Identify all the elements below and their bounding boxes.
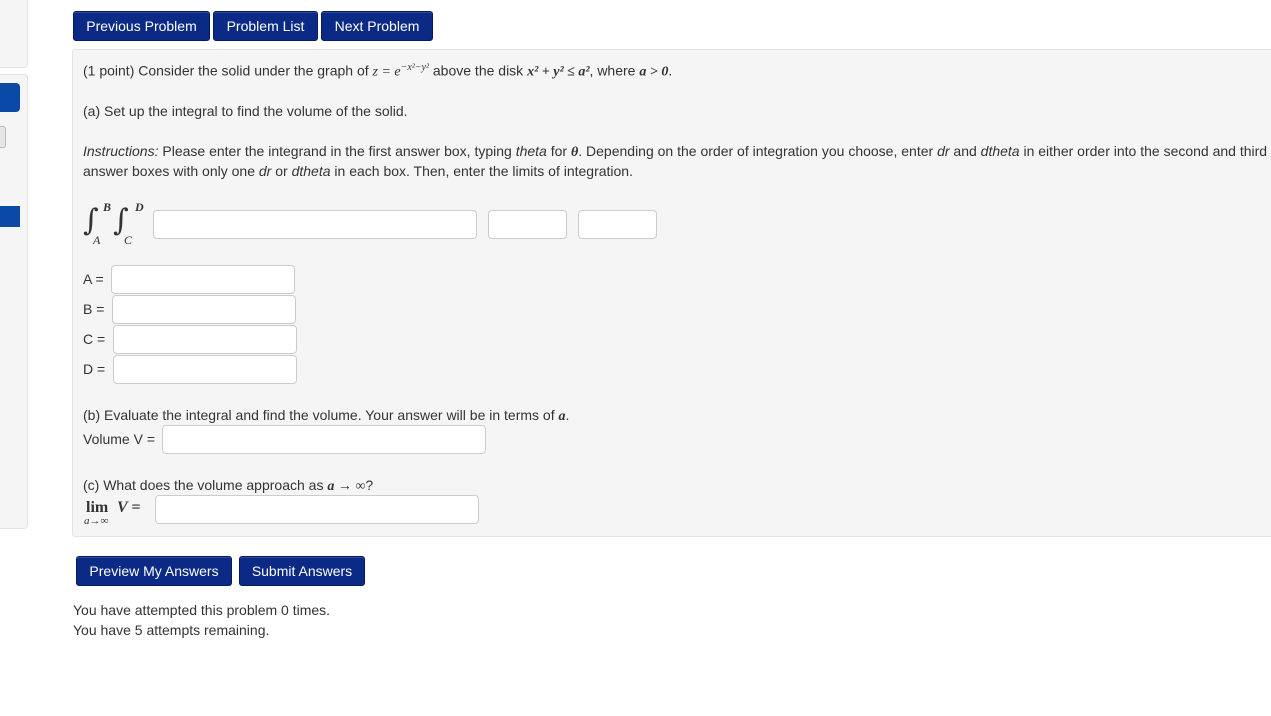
limit-c-input[interactable]	[113, 325, 297, 354]
problem-statement: (1 point) Consider the solid under the g…	[83, 62, 673, 80]
limit-a-label: A =	[83, 271, 104, 287]
part-b-text: (b) Evaluate the integral and find the v…	[83, 407, 570, 424]
integral-lower-inner: C	[124, 233, 133, 247]
limit-c-label: C =	[83, 331, 106, 347]
limit-d-label: D =	[83, 361, 106, 377]
instructions-line-1: Instructions: Please enter the integrand…	[83, 143, 1268, 160]
limit-b-label: B =	[83, 301, 105, 317]
part-c-text: (c) What does the volume approach as a →…	[83, 477, 374, 494]
problem-list-button[interactable]: Problem List	[213, 11, 318, 41]
volume-label: Volume V =	[83, 431, 155, 447]
attempts-text: You have attempted this problem 0 times.	[73, 602, 331, 618]
sidebar-toggle[interactable]	[0, 126, 6, 148]
integral-upper-outer: B	[103, 200, 112, 214]
integral-sign-outer: ∫	[83, 203, 99, 238]
previous-problem-button[interactable]: Previous Problem	[73, 11, 210, 41]
preview-answers-button[interactable]: Preview My Answers	[76, 556, 232, 586]
integral-upper-inner: D	[135, 200, 144, 214]
limit-volume-input[interactable]	[155, 495, 479, 524]
limit-a-input[interactable]	[111, 265, 295, 294]
integrand-input[interactable]	[153, 210, 477, 239]
remaining-attempts-text: You have 5 attempts remaining.	[73, 622, 270, 638]
sidebar-button[interactable]	[0, 83, 20, 112]
integral-lower-outer: A	[93, 233, 101, 247]
sidebar-panel-top	[0, 0, 28, 68]
volume-input[interactable]	[162, 425, 486, 454]
limit-subscript: a→∞	[84, 515, 109, 527]
instructions-line-2: answer boxes with only one dr or dtheta …	[83, 163, 633, 179]
next-problem-button[interactable]: Next Problem	[321, 11, 433, 41]
limit-b-input[interactable]	[112, 295, 296, 324]
sidebar-active-item[interactable]	[0, 206, 20, 227]
submit-answers-button[interactable]: Submit Answers	[239, 556, 365, 586]
limit-rhs: V =	[117, 499, 141, 516]
differential-1-input[interactable]	[488, 210, 567, 239]
limit-d-input[interactable]	[113, 355, 297, 384]
differential-2-input[interactable]	[578, 210, 657, 239]
part-a-text: (a) Set up the integral to find the volu…	[83, 103, 408, 119]
integral-sign-inner: ∫	[113, 203, 129, 238]
